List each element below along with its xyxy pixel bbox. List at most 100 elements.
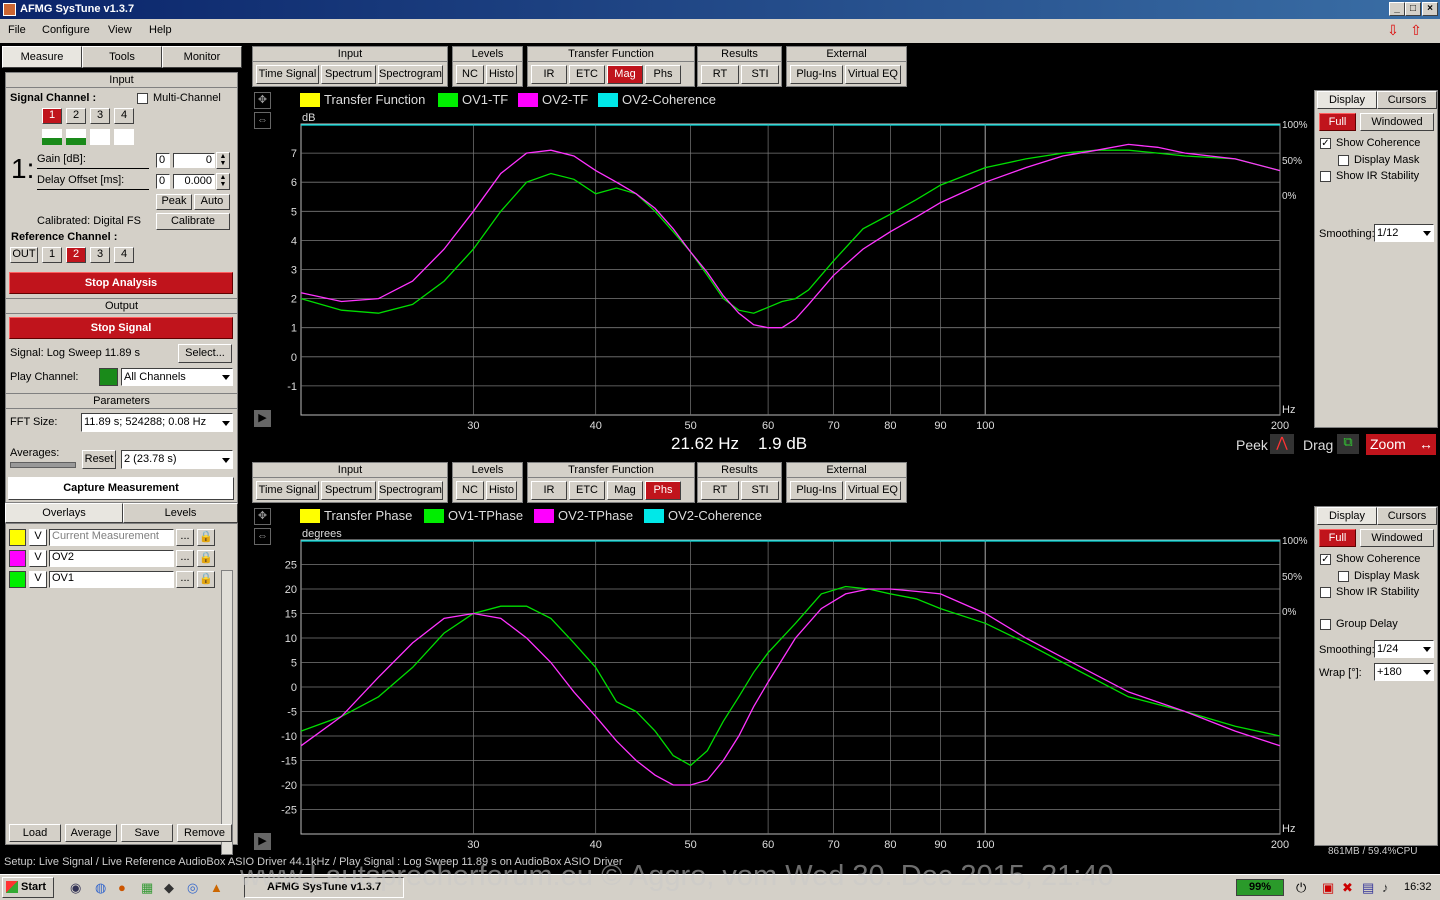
overlay-color[interactable] bbox=[9, 571, 26, 588]
auto-button[interactable]: Auto bbox=[194, 194, 230, 210]
tab-measure[interactable]: Measure bbox=[2, 46, 82, 68]
tab-tools[interactable]: Tools bbox=[82, 46, 162, 68]
toolbar-rt-button[interactable]: RT bbox=[701, 481, 739, 500]
app-icon[interactable]: ◆ bbox=[164, 880, 174, 896]
show-ir-stability-checkbox[interactable] bbox=[1320, 587, 1331, 598]
ref-channel-4[interactable]: 4 bbox=[114, 247, 134, 263]
network-icon[interactable]: ▤ bbox=[1362, 880, 1374, 896]
overlay-name[interactable]: OV2 bbox=[49, 550, 174, 567]
phase-plot[interactable]: 30 40 50 60 70 80 90 100 2002520151050-5-10-15-2… bbox=[276, 526, 1310, 852]
wrap-select[interactable]: +180 bbox=[1374, 663, 1434, 681]
overlays-scrollbar[interactable] bbox=[221, 570, 233, 855]
lock-icon[interactable]: 🔒 bbox=[197, 550, 215, 567]
play-channel-select[interactable]: All Channels bbox=[121, 368, 233, 386]
start-button[interactable]: Start bbox=[2, 877, 54, 898]
drag-mode-icon[interactable]: ⧉ bbox=[1337, 434, 1359, 454]
play-icon[interactable]: ▶ bbox=[254, 833, 271, 850]
toolbar-sti-button[interactable]: STI bbox=[741, 65, 779, 84]
overlay-more-button[interactable]: ... bbox=[176, 550, 194, 567]
resize-handle-icon[interactable]: ⇔ bbox=[254, 112, 271, 129]
legend-swatch[interactable] bbox=[300, 509, 320, 523]
legend-swatch[interactable] bbox=[518, 93, 538, 107]
windowed-button[interactable]: Windowed bbox=[1360, 113, 1434, 131]
group-delay-checkbox[interactable] bbox=[1320, 619, 1331, 630]
toolbar-plug-ins-button[interactable]: Plug-Ins bbox=[790, 481, 843, 500]
full-button[interactable]: Full bbox=[1319, 529, 1356, 547]
tab-overlays[interactable]: Overlays bbox=[5, 503, 123, 523]
media-icon[interactable]: ◎ bbox=[187, 880, 198, 896]
smoothing-select[interactable]: 1/24 bbox=[1374, 640, 1434, 658]
peek-mode-label[interactable]: Peek bbox=[1236, 437, 1268, 453]
toolbar-time-signal-button[interactable]: Time Signal bbox=[256, 481, 319, 500]
peek-mode-icon[interactable]: ⋀ bbox=[1270, 434, 1294, 454]
menu-help[interactable]: Help bbox=[149, 24, 172, 36]
maximize-button[interactable]: □ bbox=[1405, 2, 1421, 16]
signal-channel-3[interactable]: 3 bbox=[90, 108, 110, 124]
legend-swatch[interactable] bbox=[534, 509, 554, 523]
toolbar-nc-button[interactable]: NC bbox=[456, 65, 484, 84]
ref-channel-out[interactable]: OUT bbox=[10, 247, 38, 263]
browser-icon[interactable]: ◍ bbox=[95, 880, 106, 896]
tab-cursors[interactable]: Cursors bbox=[1377, 91, 1437, 109]
overlay-visible-toggle[interactable]: V bbox=[29, 529, 47, 546]
ref-channel-1[interactable]: 1 bbox=[42, 247, 62, 263]
delay-stepper[interactable]: ▲ ▼ bbox=[216, 173, 230, 190]
close-button[interactable]: × bbox=[1422, 2, 1438, 16]
play-icon[interactable]: ▶ bbox=[254, 410, 271, 427]
vlc-icon[interactable]: ▲ bbox=[210, 880, 223, 895]
windowed-button[interactable]: Windowed bbox=[1360, 529, 1434, 547]
show-coherence-checkbox[interactable]: ✓ bbox=[1320, 138, 1331, 149]
select-signal-button[interactable]: Select... bbox=[178, 344, 232, 363]
chart-app-icon[interactable]: ▦ bbox=[141, 880, 153, 896]
toolbar-virtual-eq-button[interactable]: Virtual EQ bbox=[845, 65, 901, 84]
multi-channel-checkbox[interactable] bbox=[137, 93, 148, 104]
tab-levels[interactable]: Levels bbox=[123, 503, 238, 523]
show-ir-stability-checkbox[interactable] bbox=[1320, 171, 1331, 182]
overlay-visible-toggle[interactable]: V bbox=[29, 550, 47, 567]
peak-button[interactable]: Peak bbox=[156, 194, 192, 210]
tray-icon[interactable]: ✖ bbox=[1342, 880, 1353, 896]
power-icon[interactable]: ⏻ bbox=[1296, 880, 1306, 896]
toolbar-rt-button[interactable]: RT bbox=[701, 65, 739, 84]
lock-icon[interactable]: 🔒 bbox=[197, 571, 215, 588]
tab-monitor[interactable]: Monitor bbox=[162, 46, 242, 68]
volume-icon[interactable]: ♪ bbox=[1382, 880, 1389, 895]
lock-icon[interactable]: 🔒 bbox=[197, 529, 215, 546]
firefox-icon[interactable]: ● bbox=[118, 880, 126, 895]
toolbar-nc-button[interactable]: NC bbox=[456, 481, 484, 500]
delay-offset-field[interactable]: 0.000 bbox=[173, 174, 215, 189]
gain-field[interactable]: 0 bbox=[173, 153, 215, 168]
legend-label[interactable]: Transfer Function bbox=[324, 92, 425, 107]
toolbar-virtual-eq-button[interactable]: Virtual EQ bbox=[845, 481, 901, 500]
minimize-button[interactable]: _ bbox=[1389, 2, 1405, 16]
magnitude-plot[interactable]: 30 40 50 60 70 80 90 100 200 7 6 5 4 3 2 1 0 -1 dB Hz 100% 50… bbox=[276, 110, 1310, 430]
legend-label[interactable]: OV2-Coherence bbox=[622, 92, 716, 107]
toolbar-plug-ins-button[interactable]: Plug-Ins bbox=[790, 65, 843, 84]
stop-analysis-button[interactable]: Stop Analysis bbox=[9, 272, 233, 294]
overlay-visible-toggle[interactable]: V bbox=[29, 571, 47, 588]
toolbar-spectrum-button[interactable]: Spectrum bbox=[321, 65, 376, 84]
toolbar-spectrogram-button[interactable]: Spectrogram bbox=[378, 481, 443, 500]
toolbar-etc-button[interactable]: ETC bbox=[569, 65, 605, 84]
menu-file[interactable]: File bbox=[8, 24, 26, 36]
signal-channel-2[interactable]: 2 bbox=[66, 108, 86, 124]
legend-label[interactable]: OV2-Coherence bbox=[668, 508, 762, 523]
legend-swatch[interactable] bbox=[598, 93, 618, 107]
fft-size-select[interactable]: 11.89 s; 524288; 0.08 Hz bbox=[81, 413, 233, 432]
toolbar-phs-button[interactable]: Phs bbox=[645, 481, 681, 500]
legend-swatch[interactable] bbox=[424, 509, 444, 523]
capture-measurement-button[interactable]: Capture Measurement bbox=[8, 477, 234, 500]
menu-view[interactable]: View bbox=[108, 24, 132, 36]
toolbar-etc-button[interactable]: ETC bbox=[569, 481, 605, 500]
upload-icon[interactable]: ⇧ bbox=[1408, 22, 1424, 38]
tab-cursors[interactable]: Cursors bbox=[1377, 507, 1437, 525]
gain-offset-field[interactable]: 0 bbox=[156, 153, 170, 168]
display-mask-checkbox[interactable] bbox=[1338, 155, 1349, 166]
overlay-more-button[interactable]: ... bbox=[176, 571, 194, 588]
toolbar-histo-button[interactable]: Histo bbox=[486, 481, 517, 500]
drag-mode-label[interactable]: Drag bbox=[1303, 437, 1333, 453]
tray-icon[interactable]: ▣ bbox=[1322, 880, 1334, 896]
toolbar-spectrogram-button[interactable]: Spectrogram bbox=[378, 65, 443, 84]
toolbar-time-signal-button[interactable]: Time Signal bbox=[256, 65, 319, 84]
remove-button[interactable]: Remove bbox=[177, 824, 232, 842]
